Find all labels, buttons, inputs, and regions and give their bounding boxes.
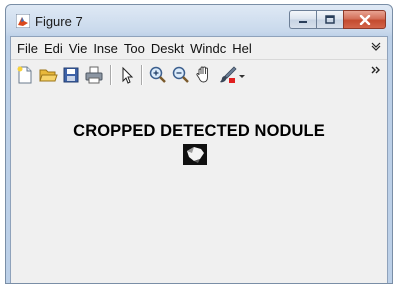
close-button[interactable] xyxy=(343,10,386,29)
menu-edit[interactable]: Edi xyxy=(44,41,63,56)
chevron-down-icon xyxy=(371,42,381,51)
brush-icon[interactable] xyxy=(218,65,238,85)
cropped-nodule-image xyxy=(183,144,207,165)
open-folder-icon[interactable] xyxy=(38,65,58,85)
save-icon[interactable] xyxy=(61,65,81,85)
minimize-icon xyxy=(299,20,307,23)
menu-tools[interactable]: Too xyxy=(124,41,145,56)
pan-hand-icon[interactable] xyxy=(194,65,214,85)
menu-bar: File Edi Vie Inse Too Deskt Windc Hel xyxy=(11,37,387,59)
dropdown-arrow-icon[interactable] xyxy=(237,65,247,85)
maximize-button[interactable] xyxy=(316,10,343,29)
minimize-button[interactable] xyxy=(289,10,316,29)
figure-window: Figure 7 File Edi Vie Inse Too Deskt Win… xyxy=(5,4,393,284)
matlab-logo-icon xyxy=(16,14,30,28)
zoom-in-icon[interactable] xyxy=(148,65,168,85)
close-icon xyxy=(359,14,370,25)
window-title: Figure 7 xyxy=(35,14,83,29)
print-icon[interactable] xyxy=(84,65,104,85)
toolbar-separator xyxy=(110,65,112,85)
menu-view[interactable]: Vie xyxy=(69,41,88,56)
axes-title: CROPPED DETECTED NODULE xyxy=(73,122,325,140)
pointer-icon[interactable] xyxy=(117,65,137,85)
menu-overflow-button[interactable] xyxy=(371,40,381,54)
double-chevron-right-icon xyxy=(371,66,380,74)
figure-client-area: File Edi Vie Inse Too Deskt Windc Hel CR… xyxy=(10,36,388,283)
figure-toolbar xyxy=(11,59,387,91)
caption-buttons xyxy=(289,10,386,29)
menu-window[interactable]: Windc xyxy=(190,41,226,56)
menu-desktop[interactable]: Deskt xyxy=(151,41,184,56)
title-bar[interactable]: Figure 7 xyxy=(6,5,392,39)
toolbar-separator xyxy=(141,65,143,85)
menu-insert[interactable]: Inse xyxy=(93,41,118,56)
maximize-icon xyxy=(325,15,335,24)
figure-canvas: CROPPED DETECTED NODULE xyxy=(11,90,387,283)
zoom-out-icon[interactable] xyxy=(171,65,191,85)
toolbar-overflow-button[interactable] xyxy=(371,64,381,78)
menu-help[interactable]: Hel xyxy=(232,41,252,56)
new-file-icon[interactable] xyxy=(15,65,35,85)
menu-file[interactable]: File xyxy=(17,41,38,56)
